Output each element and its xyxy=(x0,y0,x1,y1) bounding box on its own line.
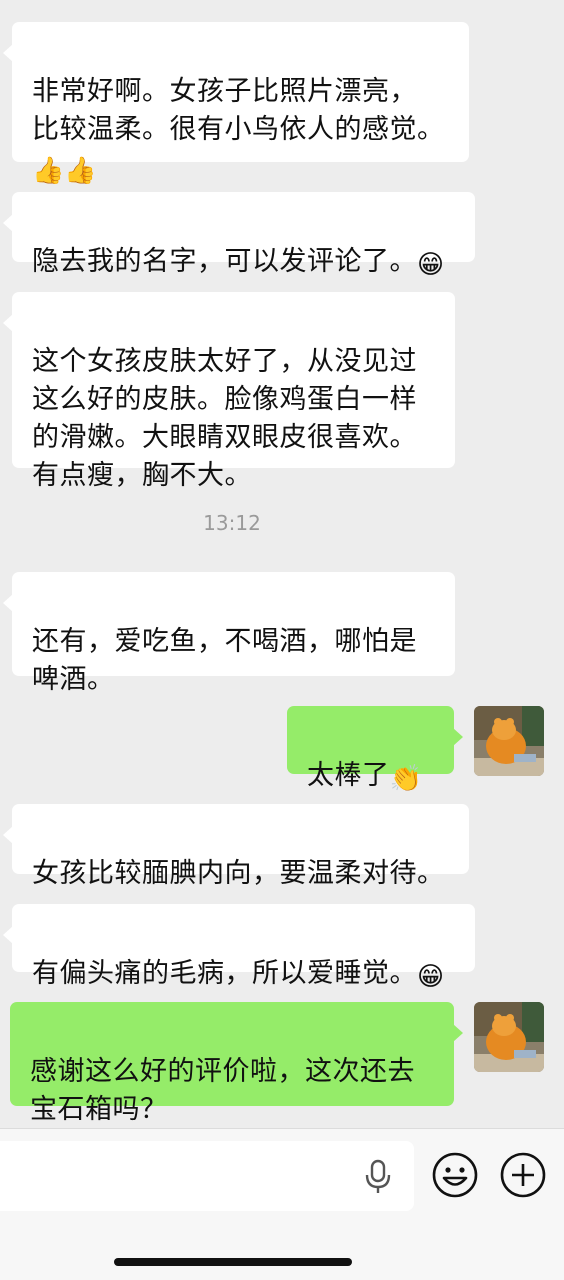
message-bubble-outgoing[interactable]: 太棒了👏 xyxy=(287,706,463,792)
message-bubble-incoming[interactable]: 这个女孩皮肤太好了，从没见过 这么好的皮肤。脸像鸡蛋白一样 的滑嫩。大眼睛双眼皮… xyxy=(3,292,455,491)
message-bubble-incoming[interactable]: 有偏头痛的毛病，所以爱睡觉。😁 xyxy=(3,904,475,990)
plus-circle-icon[interactable] xyxy=(499,1151,547,1199)
message-text: 还有，爱吃鱼，不喝酒，哪怕是 啤酒。 xyxy=(32,626,417,695)
message-text: 女孩比较腼腆内向，要温柔对待。 xyxy=(32,858,445,889)
smiley-icon[interactable] xyxy=(431,1151,479,1199)
message-bubble-incoming[interactable]: 女孩比较腼腆内向，要温柔对待。 xyxy=(3,804,469,889)
user-avatar[interactable] xyxy=(474,1002,544,1072)
message-text: 这个女孩皮肤太好了，从没见过 这么好的皮肤。脸像鸡蛋白一样 的滑嫩。大眼睛双眼皮… xyxy=(32,346,417,491)
message-text: 感谢这么好的评价啦，这次还去 宝石箱吗？ xyxy=(30,1056,415,1125)
microphone-icon[interactable] xyxy=(364,1159,392,1195)
message-bubble-incoming[interactable]: 隐去我的名字，可以发评论了。😁 xyxy=(3,192,475,278)
message-text: 隐去我的名字，可以发评论了。 xyxy=(32,246,417,277)
message-text: 有偏头痛的毛病，所以爱睡觉。 xyxy=(32,958,417,989)
grin-emoji: 😁 xyxy=(417,250,445,280)
message-text: 太棒了 xyxy=(307,760,390,791)
clapping-hands-emoji: 👏 xyxy=(389,764,422,794)
user-avatar[interactable] xyxy=(474,706,544,776)
thumbs-up-emoji: 👍👍 xyxy=(32,156,97,186)
grin-emoji: 😁 xyxy=(417,962,445,992)
avatar-image xyxy=(474,706,544,776)
message-bubble-incoming[interactable]: 还有，爱吃鱼，不喝酒，哪怕是 啤酒。 xyxy=(3,572,455,695)
message-bubble-outgoing[interactable]: 感谢这么好的评价啦，这次还去 宝石箱吗？ xyxy=(10,1002,463,1125)
message-input[interactable] xyxy=(0,1141,414,1211)
message-bubble-incoming[interactable]: 非常好啊。女孩子比照片漂亮， 比较温柔。很有小鸟依人的感觉。 👍👍 xyxy=(3,22,469,184)
message-text: 非常好啊。女孩子比照片漂亮， 比较温柔。很有小鸟依人的感觉。 xyxy=(32,76,445,145)
home-indicator[interactable] xyxy=(114,1258,352,1266)
avatar-image xyxy=(474,1002,544,1072)
chat-timestamp: 13:12 xyxy=(203,511,261,535)
